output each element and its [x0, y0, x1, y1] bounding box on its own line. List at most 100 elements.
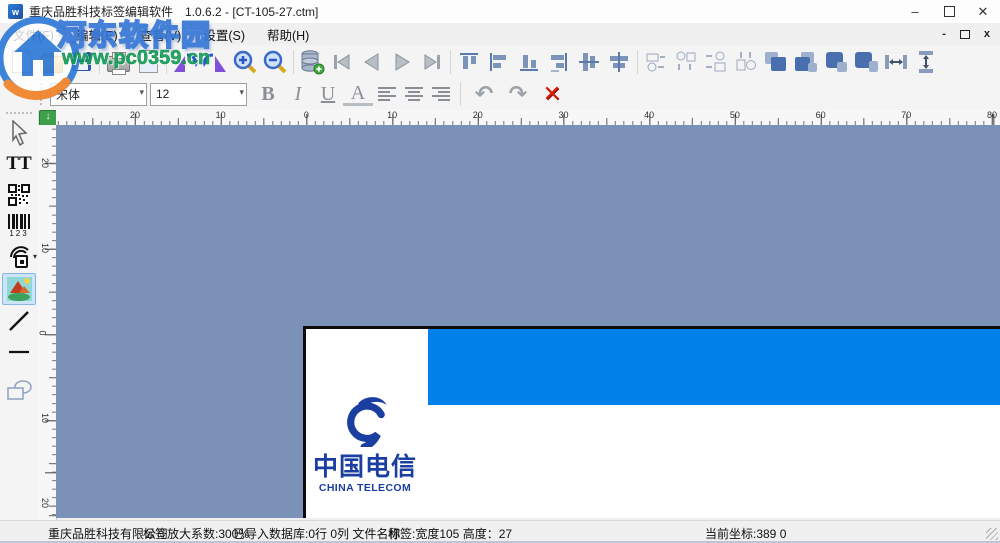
menu-item-3[interactable]: 设置(S): [194, 22, 254, 47]
shape-tool[interactable]: [3, 375, 35, 405]
align-right-icon: [551, 52, 567, 72]
align-center-vertical-button[interactable]: [604, 47, 634, 77]
zoom-out-icon: [263, 50, 287, 73]
equal-height-icon: [919, 50, 933, 73]
align-center-vertical-icon: [610, 51, 628, 72]
menu-item-0[interactable]: 文件(F): [4, 22, 63, 47]
text-align-left-button[interactable]: [373, 84, 400, 104]
china-telecom-logo-object[interactable]: 中国电信 CHINA TELECOM: [310, 393, 420, 495]
nav-last-button[interactable]: [417, 47, 447, 77]
canvas[interactable]: 中国电信 CHINA TELECOM: [56, 125, 1000, 518]
bring-forward-button[interactable]: [821, 47, 851, 77]
vruler-number: 20: [40, 157, 51, 169]
image-icon: [6, 277, 32, 301]
save-button[interactable]: [66, 47, 96, 77]
status-cursor-coordinates: 当前坐标:389 0: [705, 527, 787, 541]
undo-button[interactable]: ↶: [467, 81, 501, 107]
align-right-button[interactable]: [544, 47, 574, 77]
chevron-down-icon[interactable]: ▾: [33, 252, 37, 261]
print-button[interactable]: [103, 47, 133, 77]
rotate-right-button[interactable]: [200, 47, 230, 77]
select-tool[interactable]: [3, 118, 35, 148]
ruler-origin-button[interactable]: ↓: [39, 110, 57, 126]
nav-first-icon: [334, 53, 350, 70]
mdi-close-button[interactable]: x: [984, 29, 990, 40]
menu-item-2[interactable]: 查看(V): [131, 22, 191, 47]
qrcode-tool[interactable]: [3, 180, 35, 210]
nav-first-button[interactable]: [327, 47, 357, 77]
minimize-button[interactable]: –: [898, 0, 932, 23]
horizontal-line-icon: [9, 350, 29, 354]
close-button[interactable]: ✕: [966, 0, 1000, 23]
redo-button[interactable]: ↷: [501, 81, 535, 107]
maximize-icon: [943, 6, 955, 17]
workspace: TT 123 ▾ ↓ 20 10 0 10 20 30 40 50 60 70 …: [0, 110, 1000, 520]
open-file-button[interactable]: [36, 47, 66, 77]
underline-button[interactable]: U: [313, 83, 343, 106]
italic-button[interactable]: I: [283, 83, 313, 106]
menu-bar: 文件(F) 编辑(E) 查看(V) 设置(S) 帮助(H) - x: [0, 23, 1000, 45]
label-color-bar-object[interactable]: [428, 329, 1000, 405]
text-align-left-icon: [377, 87, 396, 101]
menu-item-4[interactable]: 帮助(H): [258, 22, 318, 47]
distribute-3-icon: [706, 51, 726, 71]
horizontal-line-tool[interactable]: [3, 337, 35, 367]
barcode-icon: 123: [8, 214, 30, 238]
align-bottom-icon: [520, 54, 538, 71]
text-align-right-button[interactable]: [427, 84, 454, 104]
zoom-in-button[interactable]: [230, 47, 260, 77]
qrcode-icon: [8, 184, 30, 206]
hruler-number: 10: [215, 110, 226, 120]
delete-button[interactable]: ✕: [535, 81, 569, 107]
align-bottom-button[interactable]: [514, 47, 544, 77]
chevron-down-icon: ▾: [239, 86, 244, 97]
align-top-button[interactable]: [454, 47, 484, 77]
nav-next-button[interactable]: [387, 47, 417, 77]
align-center-horizontal-button[interactable]: [574, 47, 604, 77]
font-size-value: 12: [156, 87, 170, 101]
rfid-tool[interactable]: ▾: [3, 242, 37, 272]
bold-button[interactable]: B: [253, 83, 283, 106]
send-to-back-button[interactable]: [791, 47, 821, 77]
label-sheet[interactable]: 中国电信 CHINA TELECOM: [303, 326, 1000, 518]
font-color-button[interactable]: A: [343, 83, 373, 106]
diagonal-line-tool[interactable]: [3, 306, 35, 336]
font-family-select[interactable]: 宋体 ▾: [50, 82, 147, 106]
image-tool[interactable]: [2, 273, 36, 305]
print-preview-button[interactable]: [133, 47, 163, 77]
nav-next-icon: [395, 52, 410, 71]
distribute-1-button[interactable]: [641, 47, 671, 77]
new-document-button[interactable]: [6, 47, 36, 77]
font-size-select[interactable]: 12 ▾: [150, 82, 247, 106]
mdi-minimize-button[interactable]: -: [942, 29, 946, 40]
nav-prev-icon: [364, 52, 379, 71]
distribute-2-button[interactable]: [671, 47, 701, 77]
bring-to-front-button[interactable]: [761, 47, 791, 77]
distribute-3-button[interactable]: [701, 47, 731, 77]
vruler-number: 0: [37, 330, 48, 336]
nav-prev-button[interactable]: [357, 47, 387, 77]
equal-height-button[interactable]: [911, 47, 941, 77]
distribute-4-button[interactable]: [731, 47, 761, 77]
align-left-button[interactable]: [484, 47, 514, 77]
mdi-restore-button[interactable]: [959, 27, 973, 39]
text-align-center-button[interactable]: [400, 84, 427, 104]
maximize-button[interactable]: [932, 0, 966, 23]
status-label-size: 标签:宽度105 高度：27: [388, 527, 513, 541]
text-tool-icon: TT: [6, 153, 32, 174]
printer-icon: [106, 51, 130, 75]
hruler-number: 40: [644, 110, 655, 120]
text-tool[interactable]: TT: [3, 149, 35, 179]
zoom-in-icon: [233, 50, 257, 73]
resize-grip[interactable]: [986, 528, 998, 540]
barcode-tool[interactable]: 123: [3, 211, 35, 241]
database-button[interactable]: [297, 47, 327, 77]
rotate-left-button[interactable]: [170, 47, 200, 77]
menu-item-1[interactable]: 编辑(E): [67, 22, 127, 47]
equal-width-button[interactable]: [881, 47, 911, 77]
china-telecom-symbol-icon: [347, 397, 387, 451]
zoom-out-button[interactable]: [260, 47, 290, 77]
hruler-number: 80: [986, 110, 998, 120]
hruler-number: 10: [387, 110, 398, 120]
send-backward-button[interactable]: [851, 47, 881, 77]
